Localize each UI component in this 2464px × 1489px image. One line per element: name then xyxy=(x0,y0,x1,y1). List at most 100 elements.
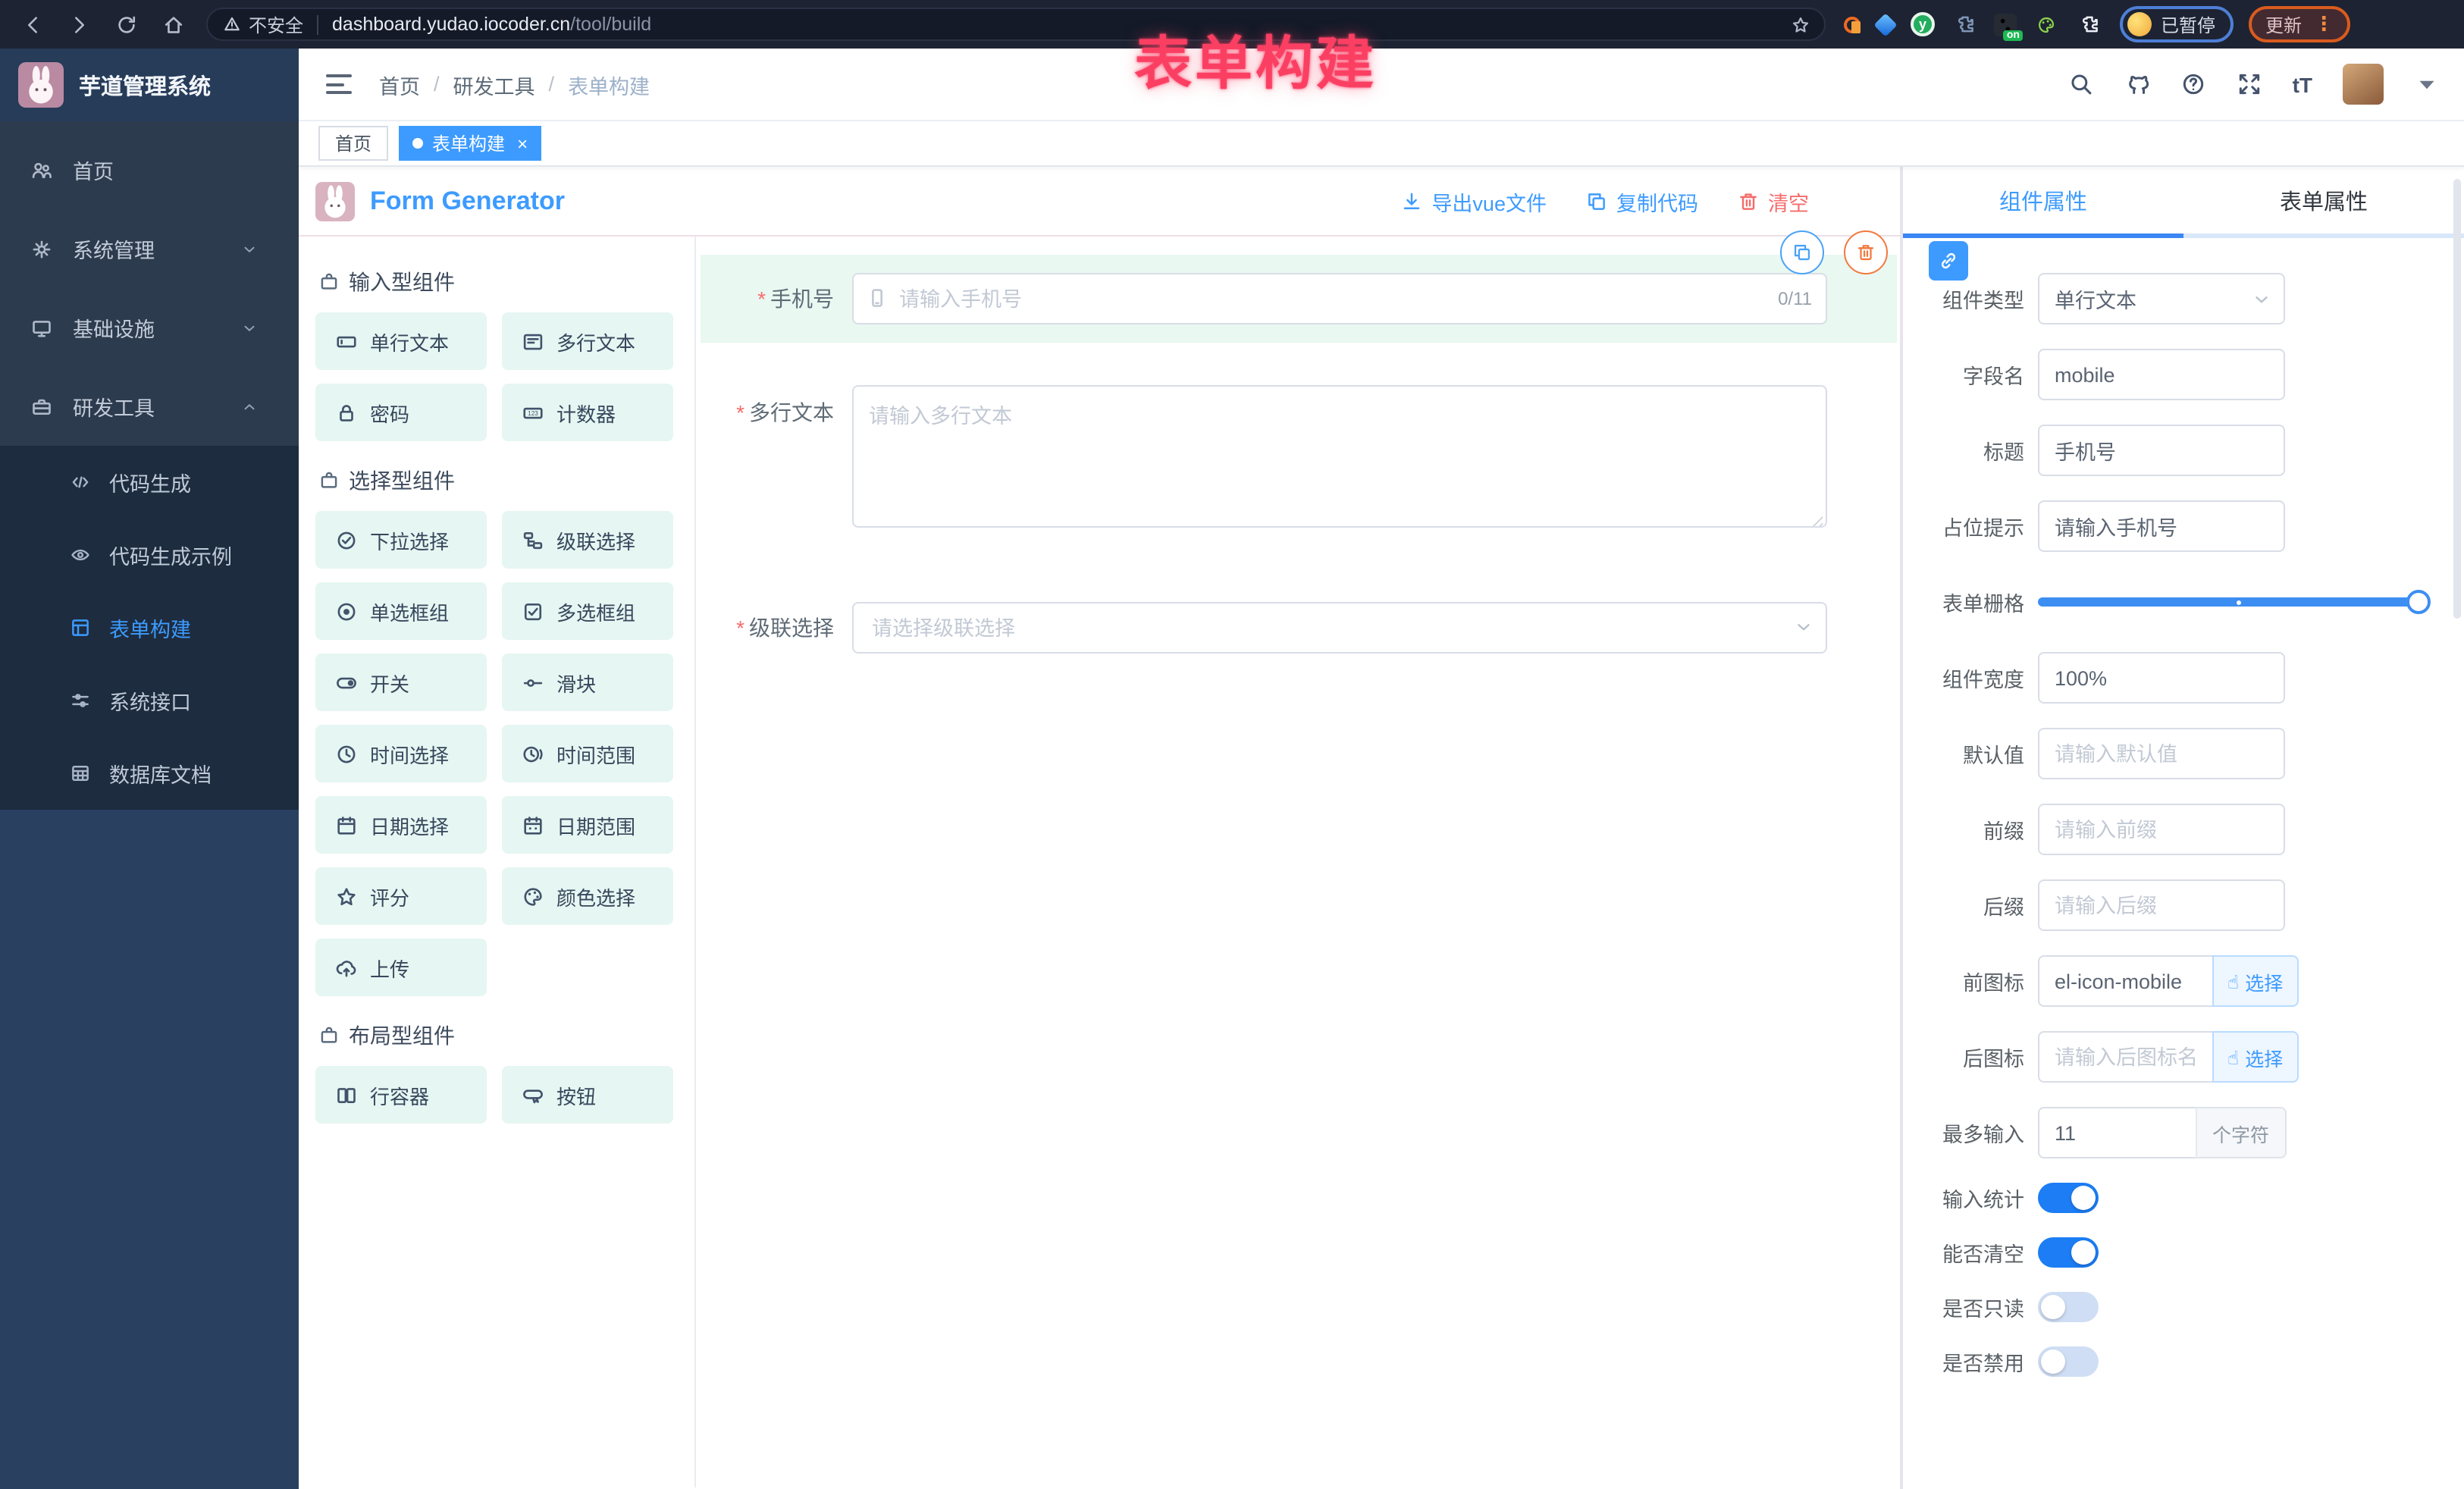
prop-max_length-input[interactable] xyxy=(2038,1107,2196,1158)
sidebar-item-首页[interactable]: 首页 xyxy=(0,130,299,209)
scrollbar-thumb[interactable] xyxy=(2453,179,2461,619)
prop-width-input[interactable] xyxy=(2038,652,2285,704)
prop-prefix-input[interactable] xyxy=(2038,804,2285,855)
sidebar-item-研发工具[interactable]: 研发工具 xyxy=(0,367,299,446)
gem-extension-icon[interactable] xyxy=(1873,12,1897,36)
palette-item-密码[interactable]: 密码 xyxy=(315,384,487,441)
palette-item-下拉选择[interactable]: 下拉选择 xyxy=(315,511,487,569)
profile-paused-chip[interactable]: 已暂停 xyxy=(2120,6,2234,42)
cascader-input[interactable] xyxy=(852,602,1827,654)
palette-item-滑块[interactable]: 滑块 xyxy=(502,654,673,711)
prop-title-input[interactable] xyxy=(2038,425,2285,476)
palette-item-单行文本[interactable]: 单行文本 xyxy=(315,312,487,370)
palette-item-评分[interactable]: 评分 xyxy=(315,867,487,925)
site-security-badge[interactable]: 不安全 xyxy=(223,11,303,37)
palette-item-计数器[interactable]: 123计数器 xyxy=(502,384,673,441)
avatar-caret-down-icon[interactable] xyxy=(2414,71,2440,97)
prop-input_stats-toggle[interactable] xyxy=(2038,1183,2099,1213)
fullscreen-icon[interactable] xyxy=(2237,71,2262,97)
tag-form-builder[interactable]: 表单构建 × xyxy=(399,126,541,161)
puzzle-white-extension-icon[interactable] xyxy=(2076,11,2102,37)
palette-item-日期范围[interactable]: 日期范围 xyxy=(502,796,673,854)
radio-icon xyxy=(335,600,358,622)
search-icon[interactable] xyxy=(2068,71,2094,97)
tag-home[interactable]: 首页 xyxy=(318,126,388,161)
palette-item-开关[interactable]: 开关 xyxy=(315,654,487,711)
prop-default_value-input[interactable] xyxy=(2038,728,2285,779)
duplicate-field-button[interactable] xyxy=(1780,230,1824,274)
prop-component_type-select[interactable] xyxy=(2038,273,2285,324)
breadcrumb-home[interactable]: 首页 xyxy=(379,69,420,99)
export-vue-button[interactable]: 导出vue文件 xyxy=(1401,186,1547,216)
prop-control-placeholder xyxy=(2038,500,2285,552)
prop-suffix_icon-pick-button[interactable]: ☝选择 xyxy=(2212,1031,2298,1083)
url-text[interactable]: dashboard.yudao.iocoder.cn/tool/build xyxy=(332,14,651,35)
prop-suffix-input[interactable] xyxy=(2038,879,2285,931)
help-icon[interactable] xyxy=(2180,71,2206,97)
palette-item-多选框组[interactable]: 多选框组 xyxy=(502,582,673,640)
url-bar[interactable]: 不安全 dashboard.yudao.iocoder.cn/tool/buil… xyxy=(206,8,1826,41)
font-size-icon[interactable]: tT xyxy=(2293,72,2312,96)
palette-item-时间选择[interactable]: 时间选择 xyxy=(315,725,487,782)
leaf-extension-icon[interactable] xyxy=(2033,11,2059,37)
tab-component-props[interactable]: 组件属性 xyxy=(1903,167,2183,235)
app-logo[interactable]: 芋道管理系统 xyxy=(0,49,299,121)
on-badge-extension-icon[interactable]: on xyxy=(1994,13,2017,36)
prop-clearable-toggle[interactable] xyxy=(2038,1237,2099,1268)
canvas-field-mobile[interactable]: * 手机号 0/11 xyxy=(701,255,1897,343)
prop-placeholder-input[interactable] xyxy=(2038,500,2285,552)
green-v-extension-icon[interactable]: y xyxy=(1911,12,1935,36)
browser-back-icon[interactable] xyxy=(21,13,44,36)
breadcrumb-devtools[interactable]: 研发工具 xyxy=(453,69,535,99)
prop-prefix_icon-input[interactable] xyxy=(2038,955,2212,1007)
sidebar-item-代码生成示例[interactable]: 代码生成示例 xyxy=(0,519,299,591)
palette-item-多行文本[interactable]: 多行文本 xyxy=(502,312,673,370)
slider-track[interactable] xyxy=(2038,597,2428,607)
browser-reload-icon[interactable] xyxy=(115,13,138,36)
profile-emoji-avatar xyxy=(2127,12,2152,36)
user-avatar[interactable] xyxy=(2343,64,2384,105)
prop-form_grid-slider[interactable] xyxy=(2038,576,2428,628)
close-tag-icon[interactable]: × xyxy=(517,133,528,154)
sidebar-item-数据库文档[interactable]: 数据库文档 xyxy=(0,737,299,810)
link-icon[interactable] xyxy=(1929,241,1968,281)
palette-item-按钮[interactable]: 按钮 xyxy=(502,1066,673,1124)
sidebar-item-代码生成[interactable]: 代码生成 xyxy=(0,446,299,519)
copy-code-button[interactable]: 复制代码 xyxy=(1586,186,1698,216)
slider-handle[interactable] xyxy=(2406,590,2431,614)
prop-field_name-input[interactable] xyxy=(2038,349,2285,400)
bookmark-star-icon[interactable] xyxy=(1791,14,1810,34)
mobile-input[interactable] xyxy=(852,273,1827,324)
palette-item-时间范围[interactable]: 时间范围 xyxy=(502,725,673,782)
monitor-icon xyxy=(30,316,53,339)
canvas-field-cascader[interactable]: * 级联选择 xyxy=(701,602,1897,654)
textarea-input[interactable] xyxy=(852,385,1827,528)
browser-forward-icon[interactable] xyxy=(68,13,91,36)
palette-item-级联选择[interactable]: 级联选择 xyxy=(502,511,673,569)
tab-form-props[interactable]: 表单属性 xyxy=(2183,167,2464,235)
palette-item-行容器[interactable]: 行容器 xyxy=(315,1066,487,1124)
prop-disabled-toggle[interactable] xyxy=(2038,1346,2099,1377)
puzzle-blue-extension-icon[interactable] xyxy=(1951,11,1977,37)
palette-item-单选框组[interactable]: 单选框组 xyxy=(315,582,487,640)
delete-field-button[interactable] xyxy=(1844,230,1888,274)
sidebar-item-系统接口[interactable]: 系统接口 xyxy=(0,664,299,737)
browser-update-button[interactable]: 更新 ⋮ xyxy=(2249,6,2350,42)
prop-prefix_icon-pick-button[interactable]: ☝选择 xyxy=(2212,955,2298,1007)
palette-item-颜色选择[interactable]: 颜色选择 xyxy=(502,867,673,925)
sidebar-item-表单构建[interactable]: 表单构建 xyxy=(0,591,299,664)
sidebar-item-基础设施[interactable]: 基础设施 xyxy=(0,288,299,367)
github-icon[interactable] xyxy=(2124,71,2150,97)
prop-suffix_icon-input[interactable] xyxy=(2038,1031,2212,1083)
collapse-sidebar-icon[interactable] xyxy=(326,74,352,94)
fe-helper-extension-icon[interactable] xyxy=(1844,16,1861,33)
palette-item-上传[interactable]: 上传 xyxy=(315,939,487,996)
prop-component_type-value[interactable] xyxy=(2038,273,2285,324)
browser-home-icon[interactable] xyxy=(162,13,185,36)
clear-button[interactable]: 清空 xyxy=(1738,186,1809,216)
canvas-field-textarea[interactable]: * 多行文本 xyxy=(701,385,1897,535)
prop-readonly-toggle[interactable] xyxy=(2038,1292,2099,1322)
browser-menu-dots-icon[interactable]: ⋮ xyxy=(2314,12,2334,36)
palette-item-日期选择[interactable]: 日期选择 xyxy=(315,796,487,854)
sidebar-item-系统管理[interactable]: 系统管理 xyxy=(0,209,299,288)
